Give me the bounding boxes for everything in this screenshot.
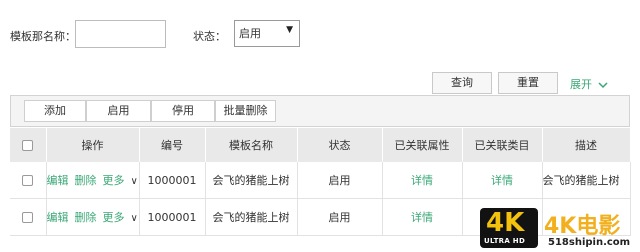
select-all-checkbox[interactable] <box>22 140 34 151</box>
batch-delete-button[interactable]: 批量删除 <box>215 100 276 122</box>
header-id: 编号 <box>139 128 206 162</box>
linked-attributes-details-link[interactable]: 详情 <box>411 211 433 224</box>
row-description: 会飞的猪能上树 <box>542 162 631 199</box>
reset-button[interactable]: 重置 <box>498 72 558 94</box>
more-menu[interactable]: 更多 ∨ <box>102 211 139 224</box>
watermark-badge-sub: ULTRA HD <box>484 237 526 245</box>
row-template-name: 会飞的猪能上树 <box>205 198 298 236</box>
expand-toggle[interactable]: 展开 <box>570 76 608 92</box>
row-id: 1000001 <box>139 162 206 199</box>
chevron-down-icon <box>597 82 608 89</box>
status-select[interactable]: 启用 ▼ <box>234 20 300 47</box>
chevron-down-icon: ▼ <box>286 25 293 35</box>
delete-link[interactable]: 删除 <box>75 211 97 224</box>
more-label: 更多 <box>102 211 125 224</box>
more-label: 更多 <box>102 174 125 187</box>
watermark-badge: 4K ULTRA HD <box>480 208 538 248</box>
status-select-value: 启用 <box>239 27 261 40</box>
header-template-name: 模板名称 <box>205 128 298 162</box>
linked-categories-details-link[interactable]: 详情 <box>491 174 513 187</box>
chevron-down-icon: ∨ <box>130 213 138 224</box>
watermark-brand: 4K电影 <box>544 214 621 239</box>
row-checkbox[interactable] <box>22 212 34 223</box>
edit-link[interactable]: 编辑 <box>47 211 69 224</box>
query-button[interactable]: 查询 <box>432 72 492 94</box>
linked-attributes-details-link[interactable]: 详情 <box>411 174 433 187</box>
disable-button[interactable]: 停用 <box>151 100 215 122</box>
select-all-cell <box>10 128 47 162</box>
enable-button[interactable]: 启用 <box>86 100 151 122</box>
edit-link[interactable]: 编辑 <box>47 174 69 187</box>
expand-label: 展开 <box>570 78 592 91</box>
row-status: 启用 <box>297 162 383 199</box>
header-status: 状态 <box>297 128 383 162</box>
template-name-label: 模板那名称： <box>10 30 76 43</box>
header-description: 描述 <box>542 128 631 162</box>
row-status: 启用 <box>297 198 383 236</box>
chevron-down-icon: ∨ <box>130 176 138 187</box>
row-id: 1000001 <box>139 198 206 236</box>
table-row: 编辑 删除 更多 ∨ 1000001 会飞的猪能上树 启用 详情 详情 会飞的猪能上树 <box>10 162 631 199</box>
header-actions: 操作 <box>46 128 140 162</box>
more-menu[interactable]: 更多 ∨ <box>102 174 139 187</box>
header-linked-attributes: 已关联属性 <box>382 128 463 162</box>
watermark-badge-text: 4K <box>486 208 525 238</box>
header-linked-categories: 已关联类目 <box>462 128 543 162</box>
template-name-input[interactable] <box>75 20 166 48</box>
status-label: 状态： <box>193 30 226 43</box>
delete-link[interactable]: 删除 <box>75 174 97 187</box>
add-button[interactable]: 添加 <box>24 100 86 122</box>
row-template-name: 会飞的猪能上树 <box>205 162 298 199</box>
watermark-logo: 4K ULTRA HD 4K电影 518shipin.com <box>480 206 640 252</box>
row-checkbox[interactable] <box>22 175 34 186</box>
table-header-row: 操作 编号 模板名称 状态 已关联属性 已关联类目 描述 <box>10 128 631 162</box>
watermark-url: 518shipin.com <box>548 237 631 248</box>
